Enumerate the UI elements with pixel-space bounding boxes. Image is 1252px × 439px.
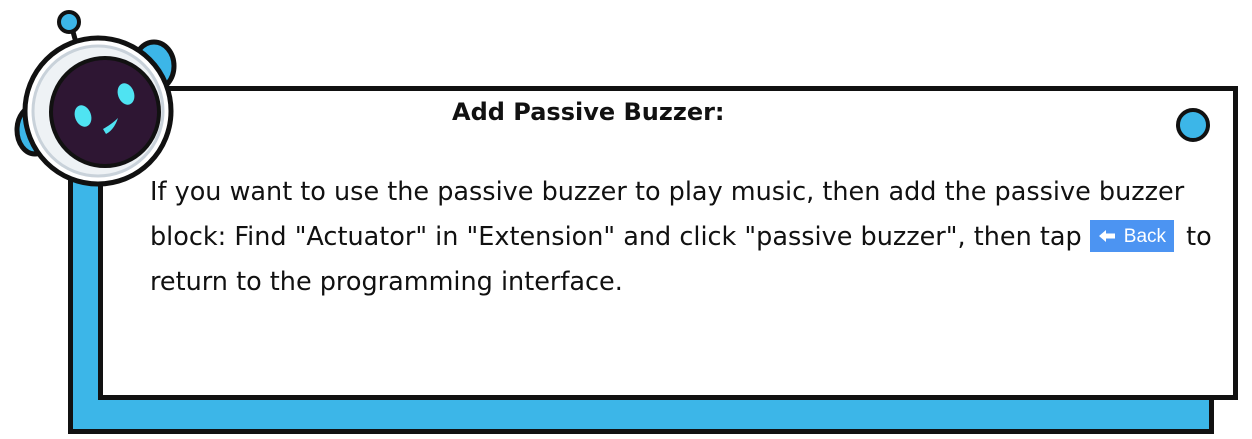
instruction-text: If you want to use the passive buzzer to… [150,170,1220,305]
back-button[interactable]: Back [1089,220,1175,252]
arrow-left-icon [1098,230,1115,242]
instruction-line-2-end: to [1178,222,1212,252]
instruction-line-1: If you want to use the passive buzzer to… [150,177,1185,207]
back-button-label: Back [1123,225,1167,247]
robot-mascot-icon [14,10,177,187]
instruction-line-3: return to the programming interface. [150,267,623,297]
corner-dot-icon [1176,108,1210,142]
card-title: Add Passive Buzzer: [452,98,725,126]
instruction-line-2: block: Find "Actuator" in "Extension" an… [150,215,1220,260]
instruction-line-2-start: block: Find "Actuator" in "Extension" an… [150,222,1090,252]
